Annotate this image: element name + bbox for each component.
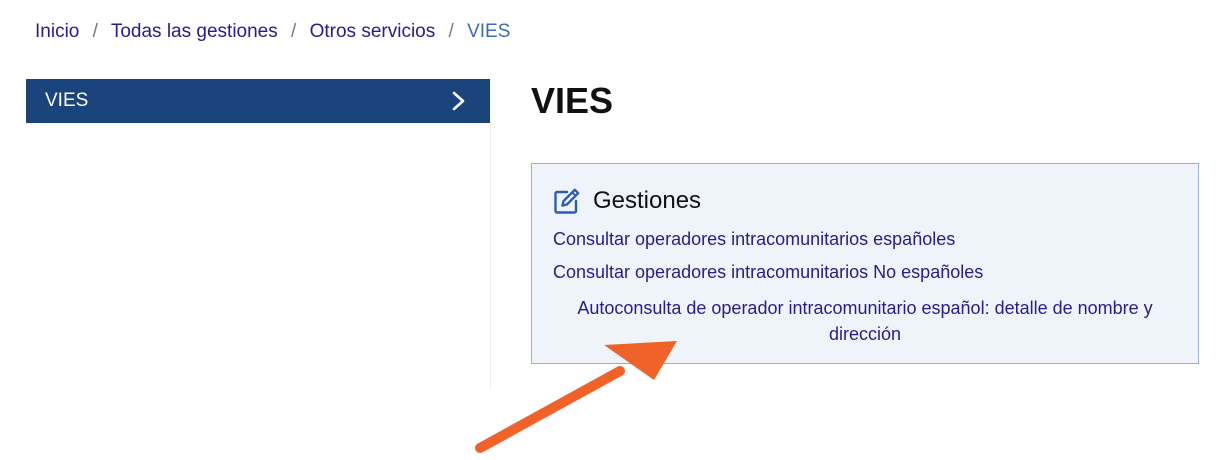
- breadcrumb-separator: /: [92, 21, 98, 42]
- link-consultar-operadores-espanoles[interactable]: Consultar operadores intracomunitarios e…: [553, 227, 955, 251]
- arrow-icon: [475, 341, 677, 453]
- page-title: VIES: [531, 80, 614, 121]
- page: Inicio / Todas las gestiones / Otros ser…: [0, 0, 1228, 460]
- link-consultar-operadores-no-espanoles[interactable]: Consultar operadores intracomunitarios N…: [553, 260, 983, 284]
- breadcrumb-todas-las-gestiones[interactable]: Todas las gestiones: [111, 21, 278, 42]
- breadcrumb-separator: /: [291, 21, 297, 42]
- chevron-right-icon: [452, 91, 465, 111]
- breadcrumb-otros-servicios[interactable]: Otros servicios: [310, 21, 436, 42]
- gestiones-header: Gestiones: [553, 186, 701, 216]
- breadcrumb-inicio[interactable]: Inicio: [35, 21, 79, 42]
- gestiones-panel: Gestiones Consultar operadores intracomu…: [531, 163, 1199, 364]
- sidebar-item-label: VIES: [45, 90, 89, 111]
- sidebar-item-vies[interactable]: VIES: [26, 79, 490, 123]
- breadcrumb-separator: /: [448, 21, 454, 42]
- gestiones-title: Gestiones: [593, 187, 702, 214]
- edit-icon: [554, 188, 580, 214]
- breadcrumb: Inicio / Todas las gestiones / Otros ser…: [35, 20, 510, 44]
- breadcrumb-current: VIES: [467, 21, 511, 42]
